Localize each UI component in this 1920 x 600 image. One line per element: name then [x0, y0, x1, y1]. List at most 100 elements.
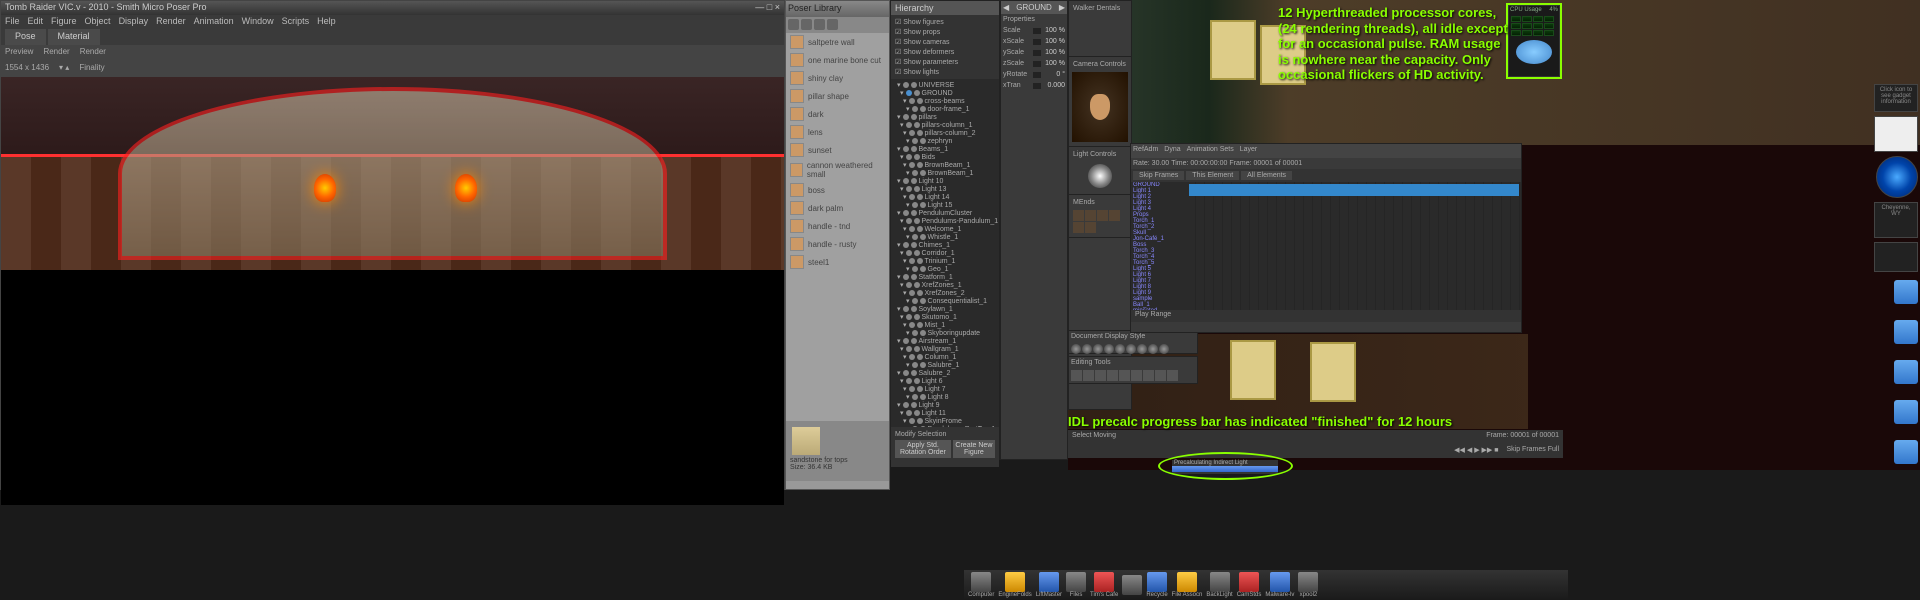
clock-gadget[interactable]	[1876, 156, 1918, 198]
tree-item[interactable]: ▾Skutomo_1	[893, 313, 997, 321]
tree-item[interactable]: ▾Soylawn_1	[893, 305, 997, 313]
tab-material[interactable]: Material	[48, 29, 100, 45]
tool-button[interactable]	[1107, 370, 1118, 381]
tab-properties[interactable]: Properties	[1003, 16, 1035, 23]
style-ball[interactable]	[1148, 344, 1158, 354]
tl-tab[interactable]: RefAdm	[1133, 146, 1158, 156]
tl-all[interactable]: All Elements	[1241, 171, 1292, 180]
taskbar-item[interactable]: LiftMaster	[1036, 572, 1062, 598]
library-item[interactable]: sunset	[786, 141, 889, 159]
tree-item[interactable]: ▾Skyboringupdate	[893, 329, 997, 337]
taskbar-item[interactable]: EngineFolds	[998, 572, 1031, 598]
calendar-gadget[interactable]	[1874, 116, 1918, 152]
thumb[interactable]	[1073, 210, 1084, 221]
menu-file[interactable]: File	[5, 16, 20, 28]
tree-item[interactable]: ▾pillars-column_2	[893, 129, 997, 137]
style-ball[interactable]	[1104, 344, 1114, 354]
menu-display[interactable]: Display	[119, 16, 149, 28]
desktop-icon[interactable]	[1894, 320, 1918, 344]
style-ball[interactable]	[1137, 344, 1147, 354]
taskbar-item[interactable]: Computer	[968, 572, 994, 598]
tree-item[interactable]: ▾Pendulums-ProtTer_1	[893, 425, 997, 427]
timeline-block[interactable]	[1189, 184, 1519, 196]
library-item[interactable]: saltpetre wall	[786, 33, 889, 51]
create-figure-button[interactable]: Create New Figure	[953, 440, 995, 458]
taskbar-item[interactable]: Files	[1066, 572, 1086, 598]
taskbar-item[interactable]: xpool2	[1298, 572, 1318, 598]
track-name[interactable]: mincated	[1131, 308, 1187, 310]
style-ball[interactable]	[1071, 344, 1081, 354]
gadget-info[interactable]: Click icon to see gadget information	[1874, 84, 1918, 112]
tree-item[interactable]: ▾XrefZones_1	[893, 281, 997, 289]
tree-item[interactable]: ▾Column_1	[893, 353, 997, 361]
menubar[interactable]: File Edit Figure Object Display Render A…	[1, 15, 784, 29]
tool-button[interactable]	[1119, 370, 1130, 381]
tool-button[interactable]	[1071, 370, 1082, 381]
taskbar-item[interactable]: Recycle	[1146, 572, 1167, 598]
property-row[interactable]: zScale100 %	[1001, 58, 1067, 69]
tree-item[interactable]: ▾Light 11	[893, 409, 997, 417]
tl-tab[interactable]: Animation Sets	[1187, 146, 1234, 156]
library-item[interactable]: cannon weathered small	[786, 159, 889, 181]
library-item[interactable]: dark palm	[786, 199, 889, 217]
opt-props[interactable]: ☑ Show props	[893, 27, 997, 37]
tree-item[interactable]: ▾pillars	[893, 113, 997, 121]
tree-item[interactable]: ▾pillars-column_1	[893, 121, 997, 129]
tree-item[interactable]: ▾Light 14	[893, 193, 997, 201]
tool-button[interactable]	[1083, 370, 1094, 381]
taskbar-item[interactable]: BackLight	[1206, 572, 1232, 598]
tree-item[interactable]: ▾Light 8	[893, 393, 997, 401]
library-item[interactable]: steel1	[786, 253, 889, 271]
preview-tab[interactable]: Preview	[5, 47, 33, 59]
taskbar[interactable]: ComputerEngineFoldsLiftMasterFilesTim's …	[964, 570, 1568, 600]
tl-tab[interactable]: Layer	[1240, 146, 1258, 156]
tree-item[interactable]: ▾BrownBeam_1	[893, 161, 997, 169]
timeline-body[interactable]: GROUNDLight 1Light 2Light 3Light 4PropsT…	[1131, 182, 1521, 310]
tree-item[interactable]: ▾Statform_1	[893, 273, 997, 281]
property-row[interactable]: Scale100 %	[1001, 25, 1067, 36]
menu-object[interactable]: Object	[85, 16, 111, 28]
tree-item[interactable]: ▾PendulumCluster	[893, 209, 997, 217]
camera-preview[interactable]	[1072, 72, 1128, 142]
lib-search-icon[interactable]	[827, 19, 838, 30]
menu-help[interactable]: Help	[317, 16, 336, 28]
library-item[interactable]: handle - rusty	[786, 235, 889, 253]
tree-item[interactable]: ▾Beams_1	[893, 145, 997, 153]
tool-button[interactable]	[1155, 370, 1166, 381]
menu-scripts[interactable]: Scripts	[282, 16, 310, 28]
render-tab[interactable]: Render	[43, 47, 69, 59]
render-btn[interactable]: Render	[80, 47, 106, 59]
taskbar-item[interactable]	[1122, 575, 1142, 595]
titlebar[interactable]: Tomb Raider VIC.v - 2010 - Smith Micro P…	[1, 1, 784, 15]
tree-item[interactable]: ▾Consequentialist_1	[893, 297, 997, 305]
tl-this[interactable]: This Element	[1186, 171, 1239, 180]
desktop-icon[interactable]	[1894, 440, 1918, 464]
hierarchy-title[interactable]: Hierarchy	[891, 1, 999, 15]
library-item[interactable]: dark	[786, 105, 889, 123]
tree-item[interactable]: ▾Pendulums-Pandulum_1	[893, 217, 997, 225]
tree-item[interactable]: ▾Airstream_1	[893, 337, 997, 345]
desktop-icon[interactable]	[1894, 360, 1918, 384]
tree-item[interactable]: ▾XrefZones_2	[893, 289, 997, 297]
property-row[interactable]: yRotate0 °	[1001, 69, 1067, 80]
weather-gadget[interactable]: Cheyenne, WY	[1874, 202, 1918, 238]
tool-button[interactable]	[1131, 370, 1142, 381]
tool-button[interactable]	[1095, 370, 1106, 381]
library-list[interactable]: saltpetre wallone marine bone cutshiny c…	[786, 33, 889, 421]
tree-item[interactable]: ▾UNIVERSE	[893, 81, 997, 89]
tl-rate[interactable]: Rate: 30.00	[1133, 160, 1169, 167]
menu-animation[interactable]: Animation	[194, 16, 234, 28]
tree-item[interactable]: ▾Mist_1	[893, 321, 997, 329]
property-row[interactable]: xTran0.000	[1001, 80, 1067, 91]
tool-button[interactable]	[1167, 370, 1178, 381]
style-ball[interactable]	[1115, 344, 1125, 354]
tool-button[interactable]	[1143, 370, 1154, 381]
hierarchy-tree[interactable]: ▾UNIVERSE▾GROUND▾cross-beams▾door-frame_…	[891, 79, 999, 427]
tab-pose[interactable]: Pose	[5, 29, 46, 45]
thumb[interactable]	[1085, 222, 1096, 233]
lib-back-icon[interactable]	[801, 19, 812, 30]
property-row[interactable]: yScale100 %	[1001, 47, 1067, 58]
tree-item[interactable]: ▾door-frame_1	[893, 105, 997, 113]
light-sphere-icon[interactable]	[1088, 164, 1112, 188]
library-title[interactable]: Poser Library	[786, 1, 889, 17]
